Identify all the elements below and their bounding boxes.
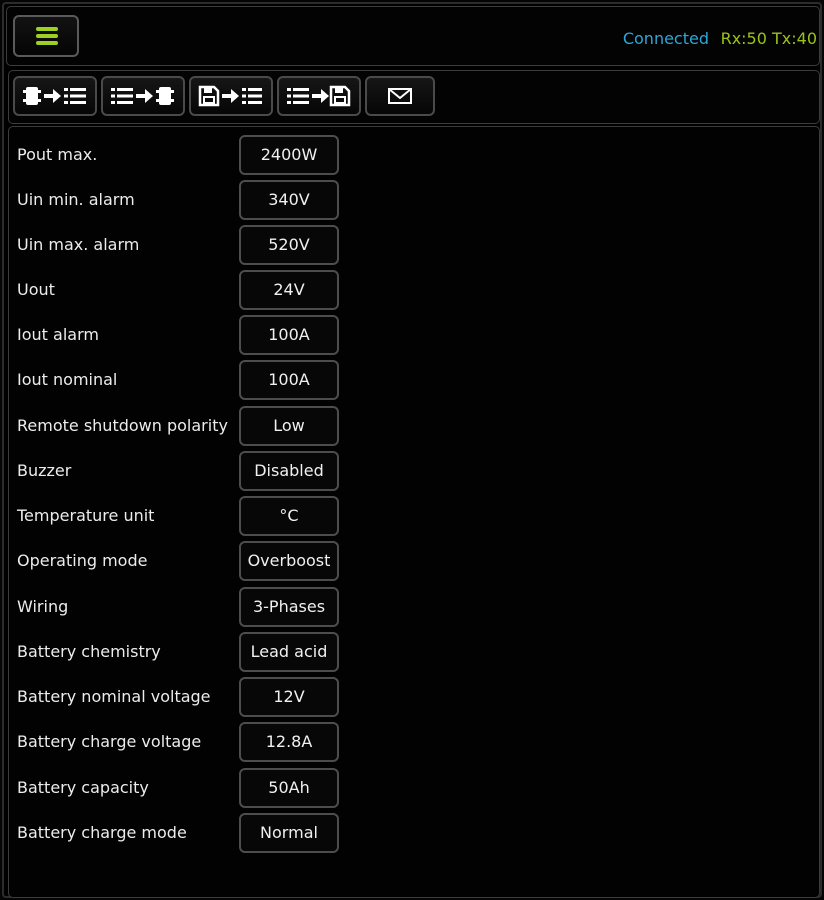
setting-row: Uin max. alarm 520V [9,223,409,267]
setting-value[interactable]: Overboost [239,541,339,581]
hamburger-menu-icon [36,27,58,45]
setting-value[interactable]: °C [239,496,339,536]
app-window: Connected Rx:50 Tx:40 Pout max. 2400W Ui… [2,2,822,898]
setting-value[interactable]: 12V [239,677,339,717]
setting-row: Pout max. 2400W [9,133,409,177]
setting-label: Uin min. alarm [17,190,135,209]
setting-value[interactable]: 24V [239,270,339,310]
setting-label: Battery capacity [17,778,149,797]
setting-value[interactable]: 50Ah [239,768,339,808]
setting-row: Battery chemistry Lead acid [9,630,409,674]
setting-row: Buzzer Disabled [9,449,409,493]
device-to-list-icon [23,87,86,105]
setting-value[interactable]: 100A [239,315,339,355]
setting-row: Battery nominal voltage 12V [9,675,409,719]
setting-label: Iout nominal [17,370,118,389]
setting-row: Iout alarm 100A [9,313,409,357]
setting-label: Pout max. [17,145,98,164]
setting-label: Battery charge mode [17,823,187,842]
save-file-button[interactable] [277,76,361,116]
setting-value[interactable]: 12.8A [239,722,339,762]
load-file-button[interactable] [189,76,273,116]
read-device-button[interactable] [13,76,97,116]
setting-label: Buzzer [17,461,72,480]
setting-label: Battery nominal voltage [17,687,211,706]
setting-row: Uin min. alarm 340V [9,178,409,222]
setting-value[interactable]: Normal [239,813,339,853]
setting-row: Uout 24V [9,268,409,312]
setting-label: Iout alarm [17,325,99,344]
setting-label: Uout [17,280,55,299]
setting-row: Battery capacity 50Ah [9,766,409,810]
setting-row: Iout nominal 100A [9,358,409,402]
setting-value[interactable]: Disabled [239,451,339,491]
toolbar [8,70,820,124]
setting-value[interactable]: Lead acid [239,632,339,672]
setting-row: Operating mode Overboost [9,539,409,583]
setting-row: Temperature unit °C [9,494,409,538]
setting-value[interactable]: Low [239,406,339,446]
setting-row: Remote shutdown polarity Low [9,404,409,448]
write-device-button[interactable] [101,76,185,116]
list-to-device-icon [111,87,174,105]
setting-label: Uin max. alarm [17,235,140,254]
setting-row: Wiring 3-Phases [9,585,409,629]
setting-value[interactable]: 520V [239,225,339,265]
setting-value[interactable]: 340V [239,180,339,220]
envelope-icon [388,88,412,104]
file-to-list-icon [198,85,262,107]
setting-label: Wiring [17,597,69,616]
menu-button[interactable] [13,15,79,57]
settings-panel: Pout max. 2400W Uin min. alarm 340V Uin … [8,126,820,898]
setting-label: Battery chemistry [17,642,161,661]
setting-label: Operating mode [17,551,148,570]
header-bar: Connected Rx:50 Tx:40 [6,6,820,66]
setting-row: Battery charge mode Normal [9,811,409,855]
rx-tx-counter: Rx:50 Tx:40 [720,29,817,48]
setting-label: Battery charge voltage [17,732,202,751]
setting-value[interactable]: 2400W [239,135,339,175]
list-to-file-icon [287,85,351,107]
setting-label: Remote shutdown polarity [17,416,228,435]
setting-value[interactable]: 3-Phases [239,587,339,627]
setting-label: Temperature unit [17,506,155,525]
setting-row: Battery charge voltage 12.8A [9,720,409,764]
connection-status: Connected [622,29,709,48]
setting-value[interactable]: 100A [239,360,339,400]
send-mail-button[interactable] [365,76,435,116]
